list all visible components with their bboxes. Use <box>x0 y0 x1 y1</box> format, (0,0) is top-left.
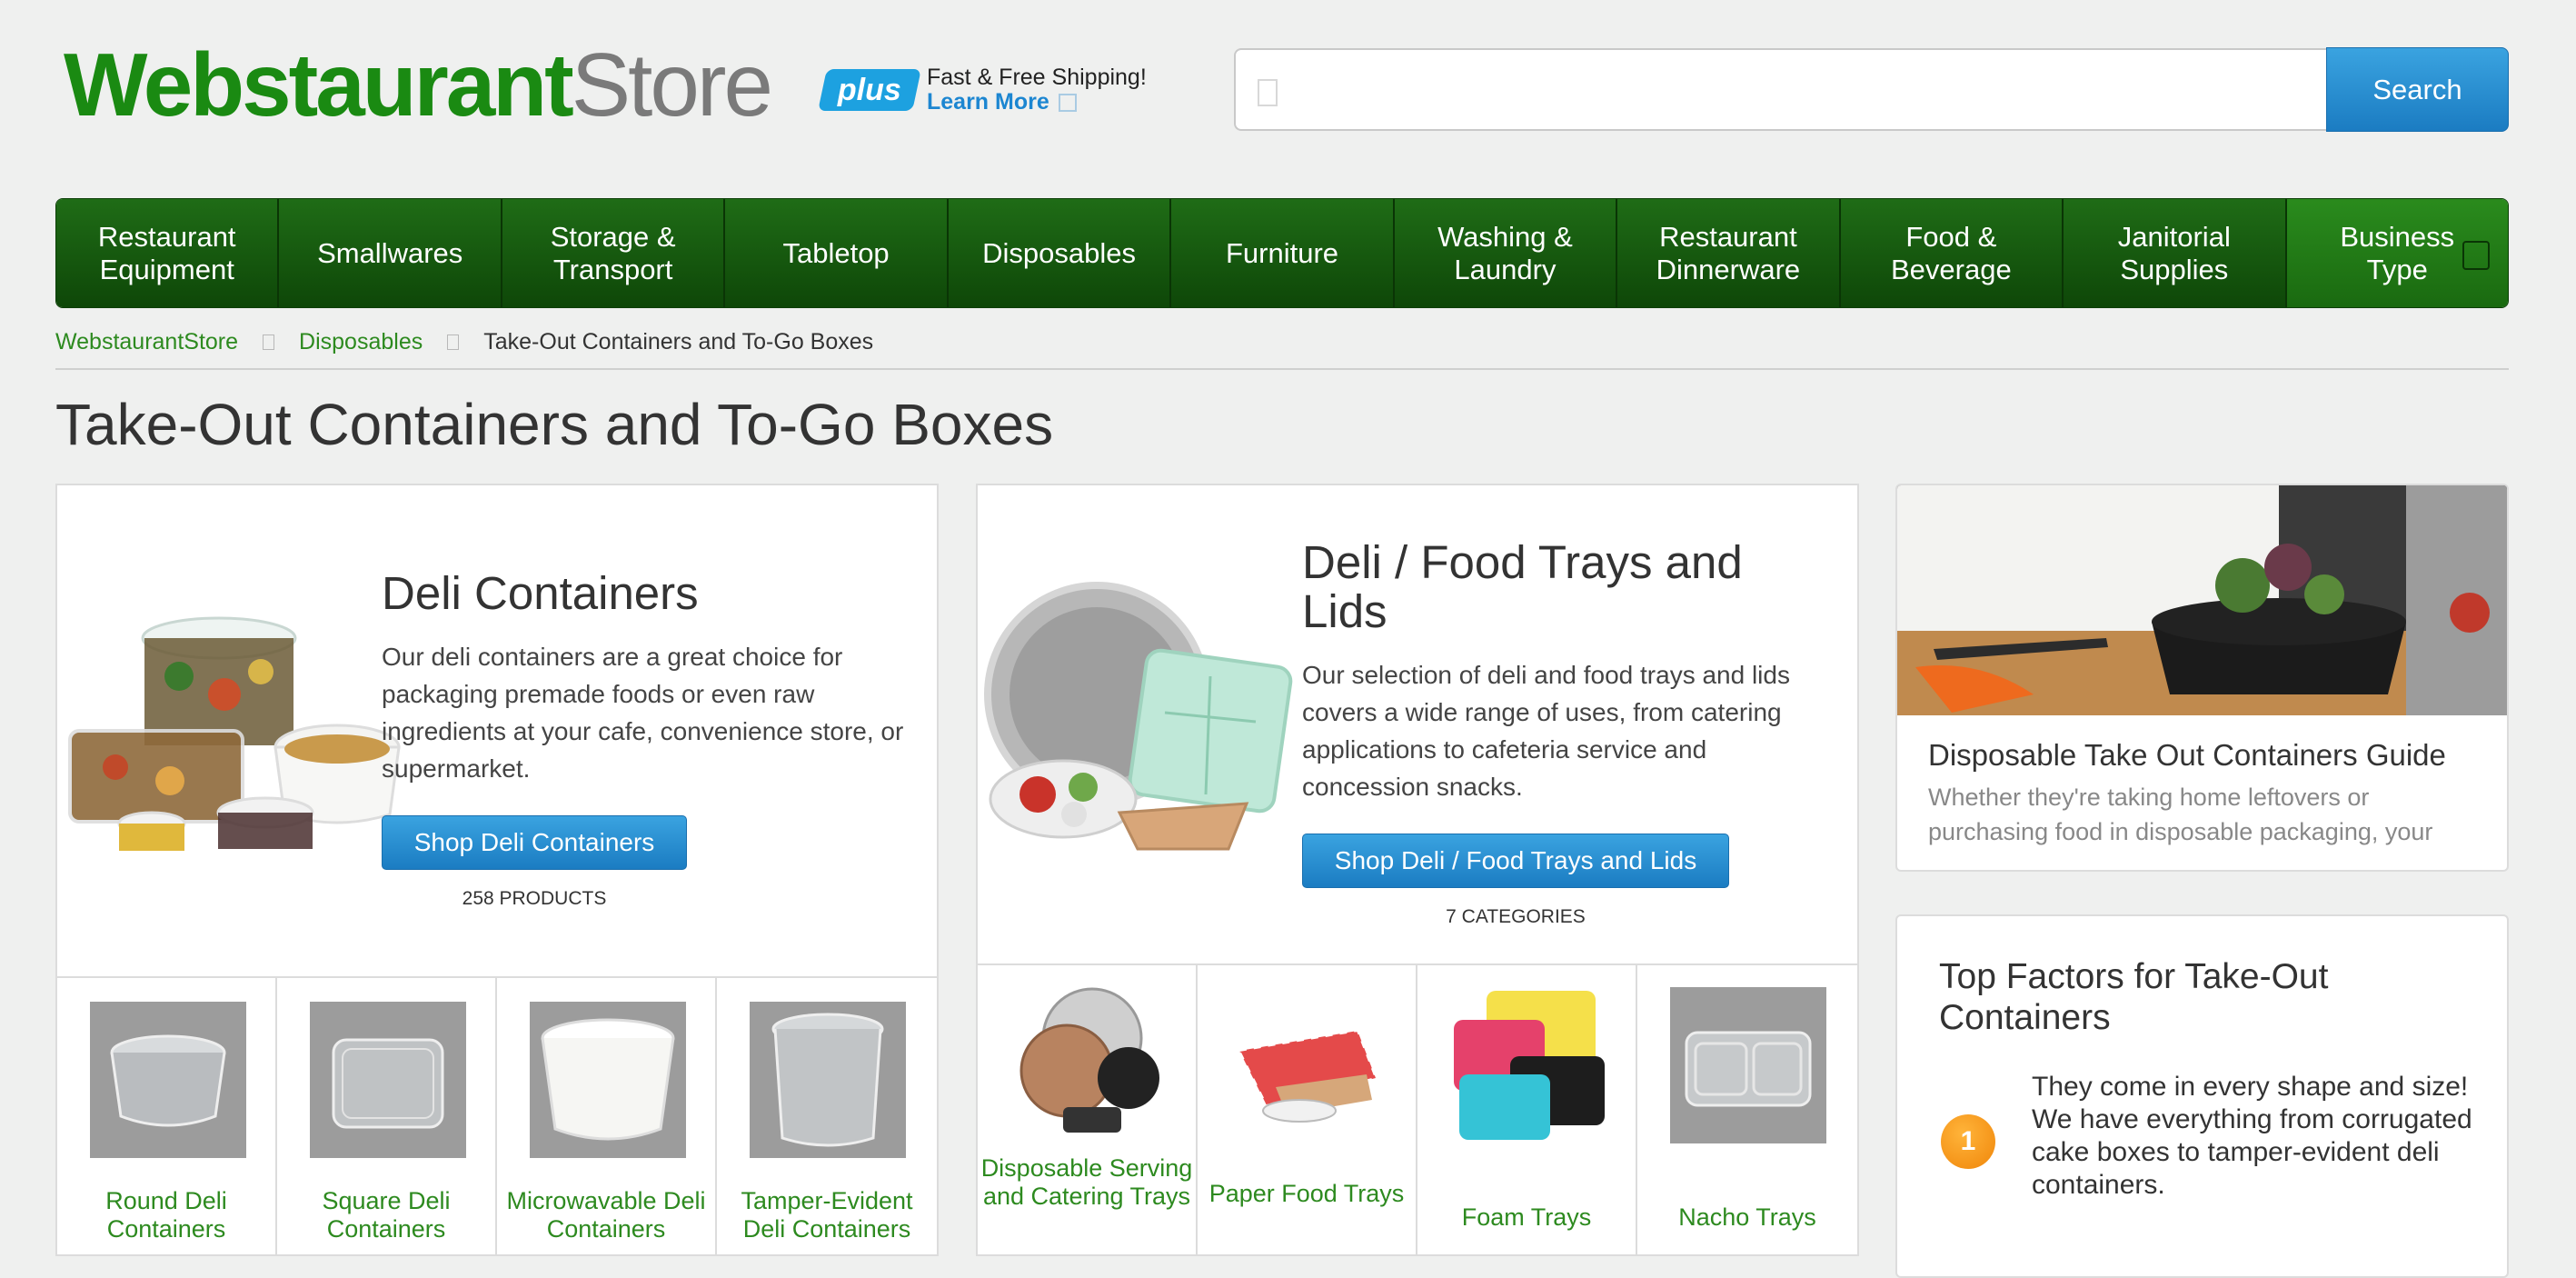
guide-hero-image <box>1897 485 2507 715</box>
nav-item-washing-laundry[interactable]: Washing & Laundry <box>1394 199 1618 307</box>
square-deli-image <box>310 1002 466 1158</box>
breadcrumb-separator-icon <box>263 334 275 350</box>
main-nav: Restaurant Equipment Smallwares Storage … <box>55 198 2509 308</box>
subcategory-label: Square Deli Containers <box>322 1187 451 1243</box>
nav-item-storage-transport[interactable]: Storage & Transport <box>502 199 726 307</box>
guide-card[interactable]: Disposable Take Out Containers Guide Whe… <box>1895 484 2509 872</box>
breadcrumb-current: Take-Out Containers and To-Go Boxes <box>483 329 874 354</box>
search-cursor-icon <box>1258 79 1278 106</box>
subcategory-label: Tamper-Evident Deli Containers <box>741 1187 913 1243</box>
search-button[interactable]: Search <box>2326 47 2509 132</box>
page-title: Take-Out Containers and To-Go Boxes <box>55 392 1054 457</box>
nav-item-restaurant-dinnerware[interactable]: Restaurant Dinnerware <box>1617 199 1841 307</box>
subcategory-paper-food-trays[interactable]: Paper Food Trays <box>1198 965 1417 1256</box>
card-title: Deli Containers <box>382 567 699 619</box>
plus-badge[interactable]: plus <box>818 69 921 111</box>
nav-item-restaurant-equipment[interactable]: Restaurant Equipment <box>56 199 280 307</box>
subcategory-round-deli-containers[interactable]: Round Deli Containers <box>57 978 277 1256</box>
learn-more-label: Learn More <box>927 89 1049 115</box>
subcategory-foam-trays[interactable]: Foam Trays <box>1417 965 1637 1256</box>
subcategory-label: Disposable Serving and Catering Trays <box>980 1154 1193 1210</box>
category-card-deli-food-trays: Deli / Food Trays and Lids Our selection… <box>976 484 1859 1256</box>
shipping-text: Fast & Free Shipping! <box>927 65 1147 90</box>
nav-item-business-type[interactable]: Business Type <box>2286 199 2508 307</box>
subcategory-label: Foam Trays <box>1461 1203 1592 1231</box>
card-title: Deli / Food Trays and Lids <box>1302 536 1743 637</box>
shop-deli-food-trays-button[interactable]: Shop Deli / Food Trays and Lids <box>1302 834 1729 888</box>
subcategory-label: Nacho Trays <box>1678 1203 1816 1231</box>
guide-title: Disposable Take Out Containers Guide <box>1928 738 2446 772</box>
subcategory-square-deli-containers[interactable]: Square Deli Containers <box>277 978 497 1256</box>
card-description: Our deli containers are a great choice f… <box>382 643 904 783</box>
search-input[interactable] <box>1234 48 2326 131</box>
subcategory-label: Paper Food Trays <box>1208 1180 1405 1207</box>
deli-containers-image <box>68 616 401 851</box>
top-factors-card: Top Factors for Take-Out Containers 1 Th… <box>1895 914 2509 1278</box>
shop-deli-containers-button[interactable]: Shop Deli Containers <box>382 815 687 870</box>
subcategory-row: Round Deli Containers Square Deli Contai… <box>57 978 937 1256</box>
breadcrumb-home[interactable]: WebstaurantStore <box>55 329 238 355</box>
subcategory-serving-catering-trays[interactable]: Disposable Serving and Catering Trays <box>978 965 1198 1256</box>
nav-item-smallwares[interactable]: Smallwares <box>279 199 502 307</box>
nav-item-furniture[interactable]: Furniture <box>1171 199 1395 307</box>
top-factors-title: Top Factors for Take-Out Containers <box>1939 957 2329 1037</box>
breadcrumb-disposables[interactable]: Disposables <box>299 329 423 355</box>
subcategory-label: Round Deli Containers <box>105 1187 227 1243</box>
divider <box>55 368 2509 370</box>
deli-food-trays-image <box>984 582 1293 851</box>
nav-item-food-beverage[interactable]: Food & Beverage <box>1840 199 2064 307</box>
card-description: Our selection of deli and food trays and… <box>1302 661 1790 801</box>
store-icon <box>2462 241 2490 270</box>
breadcrumb: WebstaurantStore Disposables Take-Out Co… <box>55 329 873 355</box>
round-deli-image <box>90 1002 246 1158</box>
product-count: 258 PRODUCTS <box>462 888 607 909</box>
subcategory-tamper-evident-deli-containers[interactable]: Tamper-Evident Deli Containers <box>717 978 937 1256</box>
factor-text: They come in every shape and size! We ha… <box>2032 1072 2472 1200</box>
subcategory-microwavable-deli-containers[interactable]: Microwavable Deli Containers <box>497 978 717 1256</box>
factor-number-badge: 1 <box>1941 1114 1995 1169</box>
category-card-deli-containers: Deli Containers Our deli containers are … <box>55 484 939 1256</box>
external-link-icon <box>1058 94 1077 113</box>
plus-badge-label: plus <box>838 72 901 107</box>
nav-item-tabletop[interactable]: Tabletop <box>725 199 949 307</box>
paper-food-trays-image <box>1238 1029 1378 1123</box>
nav-item-janitorial-supplies[interactable]: Janitorial Supplies <box>2064 199 2287 307</box>
subcategory-nacho-trays[interactable]: Nacho Trays <box>1637 965 1857 1256</box>
site-logo[interactable]: WebstaurantStore <box>64 40 773 129</box>
subcategory-row: Disposable Serving and Catering Trays Pa… <box>978 965 1857 1256</box>
nav-item-business-type-label: Business Type <box>2340 220 2455 285</box>
tamper-evident-deli-image <box>750 1002 906 1158</box>
breadcrumb-separator-icon <box>447 334 460 350</box>
foam-trays-image <box>1454 991 1605 1140</box>
nacho-trays-image <box>1670 987 1826 1143</box>
category-count: 7 CATEGORIES <box>1446 906 1586 927</box>
guide-text: Whether they're taking home leftovers or… <box>1928 784 2433 845</box>
logo-bold-text: Webstaurant <box>64 35 574 135</box>
subcategory-label: Microwavable Deli Containers <box>506 1187 706 1243</box>
learn-more-link[interactable]: Learn More <box>927 89 1077 115</box>
logo-light-text: Store <box>571 35 773 135</box>
microwavable-deli-image <box>530 1002 686 1158</box>
nav-item-disposables[interactable]: Disposables <box>948 199 1172 307</box>
serving-trays-image <box>1019 987 1159 1133</box>
